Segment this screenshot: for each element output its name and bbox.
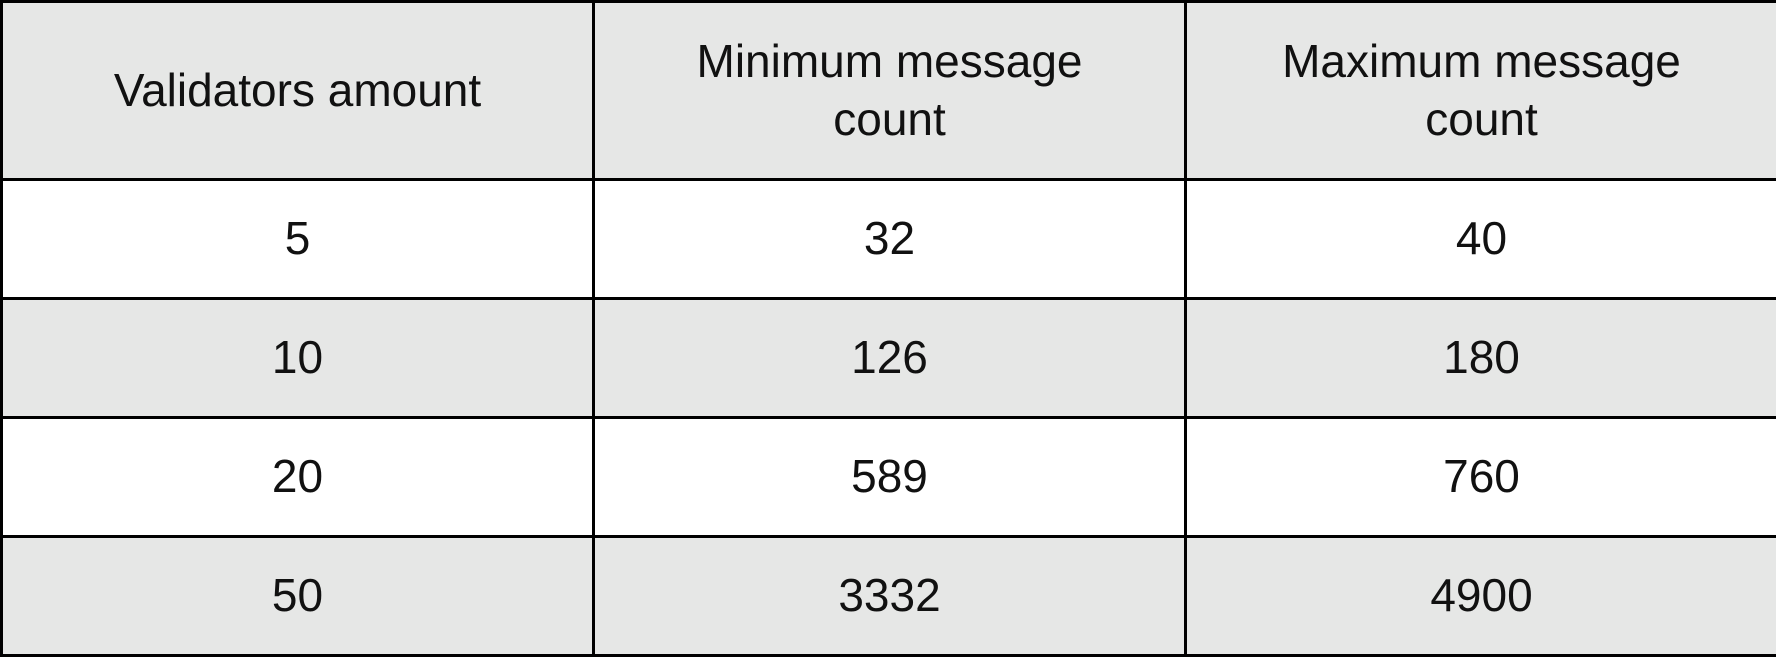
cell-minimum-message-count: 126	[594, 299, 1186, 418]
cell-minimum-message-count: 3332	[594, 537, 1186, 656]
cell-maximum-message-count: 180	[1186, 299, 1776, 418]
table-row: 10 126 180	[2, 299, 1776, 418]
header-minimum-line-1: Minimum message	[697, 33, 1083, 91]
cell-validators-amount: 5	[2, 180, 594, 299]
header-maximum-line-2: count	[1425, 91, 1538, 149]
cell-validators-amount: 20	[2, 418, 594, 537]
header-minimum-line-2: count	[833, 91, 946, 149]
cell-validators-amount: 50	[2, 537, 594, 656]
table-row: 20 589 760	[2, 418, 1776, 537]
table-header-row: Validators amount Minimum message count …	[2, 2, 1776, 180]
cell-validators-amount: 10	[2, 299, 594, 418]
table-row: 5 32 40	[2, 180, 1776, 299]
header-validators-amount-line-1: Validators amount	[114, 62, 481, 120]
cell-maximum-message-count: 4900	[1186, 537, 1776, 656]
header-minimum-message-count: Minimum message count	[594, 2, 1186, 180]
cell-maximum-message-count: 760	[1186, 418, 1776, 537]
header-maximum-line-1: Maximum message	[1282, 33, 1681, 91]
header-validators-amount: Validators amount	[2, 2, 594, 180]
table-row: 50 3332 4900	[2, 537, 1776, 656]
message-count-table: Validators amount Minimum message count …	[0, 0, 1776, 657]
header-maximum-message-count: Maximum message count	[1186, 2, 1776, 180]
cell-maximum-message-count: 40	[1186, 180, 1776, 299]
cell-minimum-message-count: 32	[594, 180, 1186, 299]
cell-minimum-message-count: 589	[594, 418, 1186, 537]
